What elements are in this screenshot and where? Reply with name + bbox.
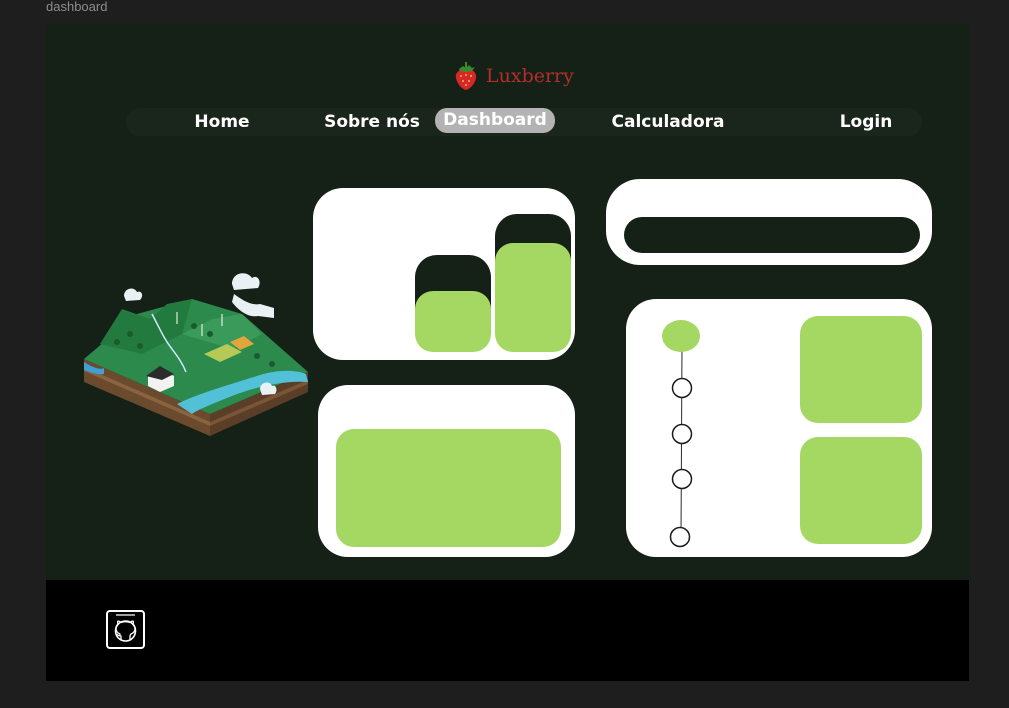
nav-item-home[interactable]: Home [182,108,262,136]
progress-track [624,217,920,253]
frame-label: dashboard [46,0,108,14]
bar-chart-card [313,188,575,360]
timeline-block-1 [800,316,922,423]
main-nav: Home Sobre nós Dashboard Calculadora Log… [126,108,922,136]
nav-item-dashboard[interactable]: Dashboard [435,108,555,133]
brand-logo[interactable]: Luxberry [450,60,574,92]
dashboard-page: Luxberry Home Sobre nós Dashboard Calcul… [46,24,969,681]
brand-name: Luxberry [486,65,574,87]
github-icon [114,614,137,642]
footer [46,580,969,681]
progress-card [606,179,932,265]
nav-item-sobre-nos[interactable]: Sobre nós [310,108,434,136]
bar-fill-1 [415,291,491,352]
timeline-block-2 [800,437,922,544]
nav-item-login[interactable]: Login [826,108,906,136]
summary-block [336,429,561,547]
timeline-card [626,299,932,557]
landscape-illustration [84,273,308,436]
bar-fill-2 [495,243,571,352]
nav-item-calculadora[interactable]: Calculadora [598,108,738,136]
strawberry-icon [455,62,477,90]
timeline [662,320,700,548]
summary-card [318,385,575,557]
github-link[interactable] [106,610,145,649]
